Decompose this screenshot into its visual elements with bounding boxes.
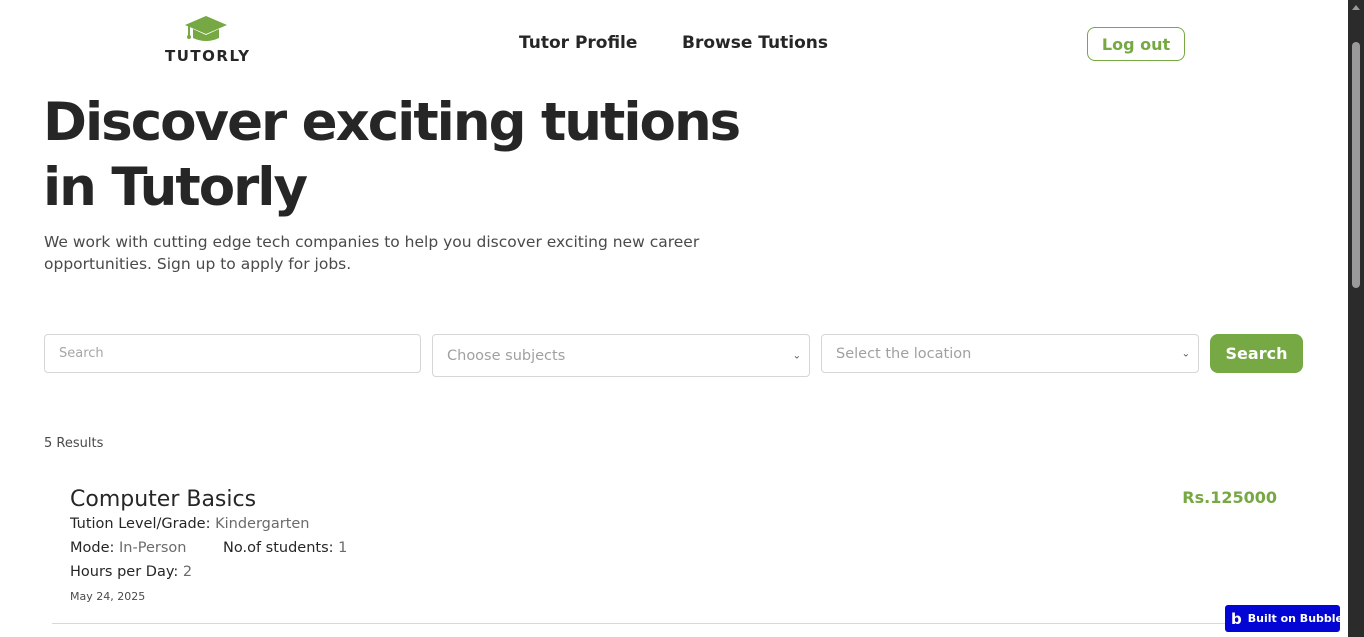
tution-title: Computer Basics [70,487,257,512]
tution-date: May 24, 2025 [70,590,146,603]
logout-button[interactable]: Log out [1087,27,1185,61]
bubble-b-icon: b [1231,609,1242,628]
mode-value: In-Person [119,540,187,556]
scrollbar-thumb[interactable] [1352,42,1360,288]
subjects-dropdown-label: Choose subjects [447,347,566,364]
search-button[interactable]: Search [1210,334,1303,373]
logo[interactable]: TUTORLY [163,14,253,65]
location-dropdown-label: Select the location [836,345,972,362]
page-title: Discover exciting tutions in Tutorly [43,90,743,220]
scroll-up-arrow-icon[interactable] [1352,5,1360,10]
nav-tutor-profile[interactable]: Tutor Profile [519,33,637,53]
students-label: No.of students: [223,540,334,556]
subjects-dropdown[interactable]: Choose subjects ⌄ [432,334,810,377]
students-value: 1 [338,540,348,556]
students-row: No.of students: 1 [223,540,347,556]
chevron-down-icon: ⌄ [1181,348,1190,359]
nav-browse-tutions[interactable]: Browse Tutions [682,33,828,53]
hours-row: Hours per Day: 2 [70,564,192,580]
tution-card[interactable]: Computer Basics Rs.125000 Tution Level/G… [52,478,1297,624]
page-title-line-1: Discover exciting tutions [43,92,741,153]
hours-label: Hours per Day: [70,564,179,580]
level-row: Tution Level/Grade: Kindergarten [70,516,310,532]
mode-row: Mode: In-Person [70,540,186,556]
page-title-line-2: in Tutorly [43,157,308,218]
logo-text: TUTORLY [165,47,251,65]
mode-label: Mode: [70,540,115,556]
page-scrollbar[interactable] [1348,0,1364,637]
tution-price: Rs.125000 [1182,488,1277,507]
graduation-cap-icon [185,16,227,41]
level-label: Tution Level/Grade: [70,516,211,532]
search-input[interactable] [44,334,421,373]
hours-value: 2 [182,564,193,580]
level-value: Kindergarten [215,516,310,532]
built-on-bubble-badge[interactable]: b Built on Bubble [1225,605,1344,632]
results-count: 5 Results [44,436,104,451]
chevron-down-icon: ⌄ [792,350,801,361]
badge-label: Built on Bubble [1247,612,1344,625]
page-subtitle: We work with cutting edge tech companies… [44,233,700,273]
location-dropdown[interactable]: Select the location ⌄ [821,334,1199,373]
